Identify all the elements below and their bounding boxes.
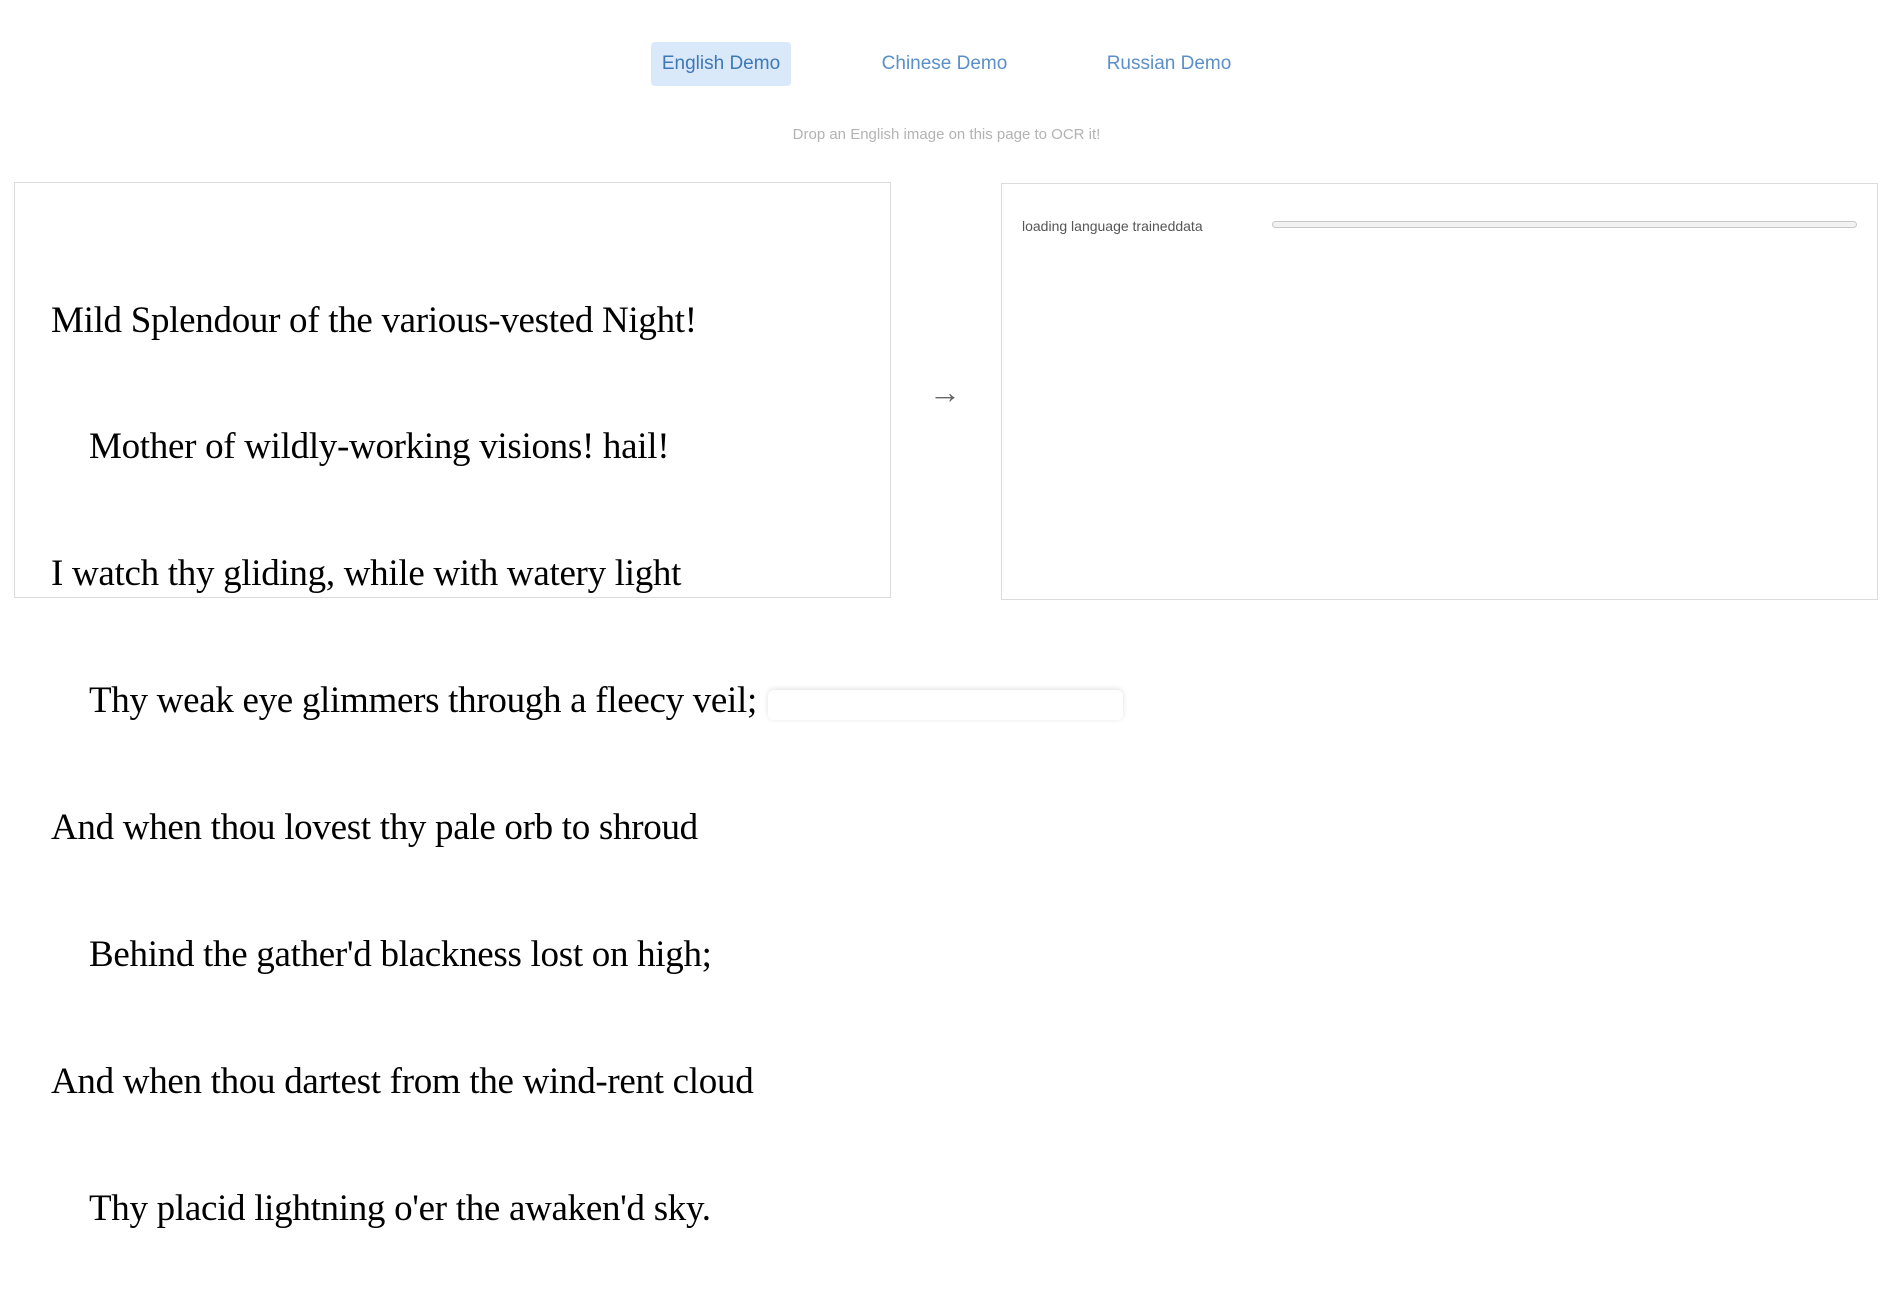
tab-english-demo[interactable]: English Demo xyxy=(651,42,791,86)
status-label: loading language traineddata xyxy=(1022,218,1203,234)
poem-line: Thy placid lightning o'er the awaken'd s… xyxy=(89,1187,711,1229)
poem-line: Thy weak eye glimmers through a fleecy v… xyxy=(89,680,757,722)
progress-bar xyxy=(1272,221,1857,228)
tab-russian-demo[interactable]: Russian Demo xyxy=(1098,42,1240,86)
input-image-panel[interactable]: Mild Splendour of the various-vested Nig… xyxy=(14,182,891,1229)
poem-line: Mild Splendour of the various-vested Nig… xyxy=(51,299,697,341)
poem-line: And when thou dartest from the wind-rent… xyxy=(51,1060,754,1102)
ocr-output-panel: loading language traineddata xyxy=(1001,183,1878,600)
poem-line: And when thou lovest thy pale orb to shr… xyxy=(51,807,698,849)
poem-line: Mother of wildly-working visions! hail! xyxy=(89,426,670,468)
drop-hint: Drop an English image on this page to OC… xyxy=(792,126,1101,143)
right-arrow-icon: → xyxy=(929,374,961,410)
demo-tabs: English Demo Chinese Demo Russian Demo xyxy=(0,42,1893,86)
poem-line: I watch thy gliding, while with watery l… xyxy=(51,553,682,595)
input-image-text: Mild Splendour of the various-vested Nig… xyxy=(51,215,757,1315)
status-row: loading language traineddata xyxy=(1022,216,1857,236)
bottom-card xyxy=(768,690,1123,720)
tab-chinese-demo[interactable]: Chinese Demo xyxy=(872,42,1017,86)
poem-line: Behind the gather'd blackness lost on hi… xyxy=(89,934,712,976)
